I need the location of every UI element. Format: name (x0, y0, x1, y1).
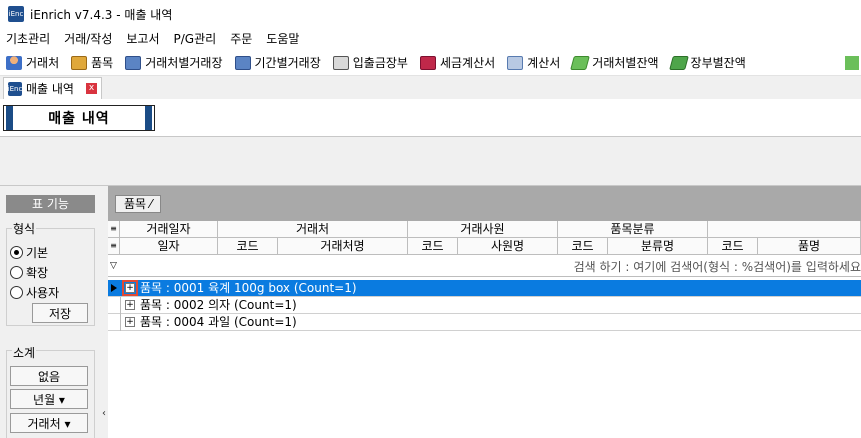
ledger-icon (125, 55, 142, 70)
ledger-icon (234, 55, 251, 70)
money-icon (668, 55, 689, 70)
subtotal-client-dropdown[interactable]: 거래처 ▾ (10, 413, 88, 433)
group-by-panel: 품목 ⁄ (108, 186, 861, 221)
expand-plus-icon[interactable]: + (122, 280, 138, 296)
group-row[interactable]: + 품목 : 0004 과일 (Count=1) (108, 314, 861, 331)
app-logo-icon: iEnc (8, 81, 22, 96)
toolbar-client-button[interactable]: 거래처 (0, 51, 65, 75)
menu-transaction-write[interactable]: 거래/작성 (57, 28, 119, 50)
document-tab-bar: iEnc 매출 내역 x (0, 77, 861, 99)
row-indicator-icon (111, 284, 117, 292)
header-trade-date[interactable]: 거래일자 (120, 221, 218, 238)
toolbar-label: 세금계산서 (439, 56, 496, 70)
tax-invoice-icon (419, 55, 436, 70)
table-function-panel: 표 기능 형식 기본 확장 사용자 저장 소계 없음 년월 ▾ 거래처 ▾ ‹ (0, 186, 108, 438)
toolbar-label: 입출금장부 (352, 56, 408, 70)
toolbar-label: 거래처별잔액 (592, 56, 659, 70)
collapse-panel-icon[interactable]: ‹ (100, 404, 108, 424)
format-radio-basic[interactable]: 기본 (10, 244, 48, 261)
header-item[interactable] (708, 221, 861, 238)
person-icon (6, 55, 22, 70)
title-bar: iEnc iEnrich v7.4.3 - 매출 내역 (0, 0, 861, 28)
group-row-text: 품목 : 0002 의자 (Count=1) (140, 298, 297, 312)
group-by-item-chip[interactable]: 품목 ⁄ (115, 195, 161, 213)
format-radio-extended[interactable]: 확장 (10, 264, 48, 281)
toolbar-label: 거래처별거래장 (145, 56, 223, 70)
toolbar-cashbook-button[interactable]: 입출금장부 (327, 51, 414, 75)
toolbar-book-balance-button[interactable]: 장부별잔액 (665, 51, 752, 75)
search-hint: 검색 하기 : 여기에 검색어(형식 : %검색어)를 입력하세요 (573, 260, 861, 274)
header-item-name[interactable]: 품명 (758, 238, 861, 255)
header-salesperson-code[interactable]: 코드 (408, 238, 458, 255)
tab-label: 매출 내역 (26, 82, 74, 96)
page-title: 매출 내역 (3, 105, 155, 131)
toolbar-label: 계산서 (527, 56, 561, 70)
save-button[interactable]: 저장 (32, 303, 88, 323)
app-logo-icon: iEnc (8, 6, 24, 22)
expand-plus-icon[interactable]: + (125, 300, 135, 310)
column-chooser-icon[interactable]: ≡ (108, 238, 120, 255)
close-icon[interactable]: x (85, 83, 97, 94)
group-row[interactable]: + 품목 : 0002 의자 (Count=1) (108, 297, 861, 314)
header-item-code[interactable]: 코드 (708, 238, 758, 255)
menu-bar: 기초관리 거래/작성 보고서 P/G관리 주문 도움말 (0, 28, 861, 50)
toolbar-label: 장부별잔액 (690, 56, 746, 70)
header-client[interactable]: 거래처 (218, 221, 408, 238)
radio-selected-icon (10, 246, 23, 259)
filter-icon: ▽ (110, 261, 117, 271)
subtotal-yearmonth-dropdown[interactable]: 년월 ▾ (10, 389, 88, 409)
tab-sales-history[interactable]: iEnc 매출 내역 x (3, 77, 102, 99)
toolbar-item-button[interactable]: 품목 (65, 51, 119, 75)
toolbar-client-ledger-button[interactable]: 거래처별거래장 (119, 51, 228, 75)
menu-reports[interactable]: 보고서 (119, 28, 166, 50)
row-divider (120, 297, 121, 314)
format-group-label: 형식 (12, 220, 37, 237)
group-row[interactable]: + 품목 : 0001 육계 100g box (Count=1) (108, 280, 861, 297)
menu-help[interactable]: 도움말 (259, 28, 306, 50)
expand-plus-icon[interactable]: + (125, 317, 135, 327)
header-client-name[interactable]: 거래처명 (278, 238, 408, 255)
header-item-category[interactable]: 품목분류 (558, 221, 708, 238)
sales-grid: 품목 ⁄ ≡ 거래일자 거래처 거래사원 품목분류 ≡ 일자 코드 거래처명 코… (108, 186, 861, 438)
radio-icon (10, 286, 23, 299)
toolbar-label: 품목 (91, 56, 114, 70)
box-icon (71, 55, 88, 70)
subtotal-none-button[interactable]: 없음 (10, 366, 88, 386)
calculator-icon (332, 55, 349, 70)
row-divider (120, 314, 121, 331)
toolbar-label: 거래처 (26, 56, 60, 70)
format-radio-user[interactable]: 사용자 (10, 284, 59, 301)
grid-search-row[interactable]: ▽ 검색 하기 : 여기에 검색어(형식 : %검색어)를 입력하세요 (108, 256, 861, 277)
menu-basic-management[interactable]: 기초관리 (0, 28, 57, 50)
group-row-text: 품목 : 0001 육계 100g box (Count=1) (140, 281, 357, 295)
radio-label: 확장 (26, 266, 49, 280)
radio-icon (10, 266, 23, 279)
radio-label: 사용자 (26, 286, 60, 300)
group-row-text: 품목 : 0004 과일 (Count=1) (140, 315, 297, 329)
toolbar-invoice-button[interactable]: 계산서 (501, 51, 566, 75)
header-category-code[interactable]: 코드 (558, 238, 608, 255)
toolbar-tax-invoice-button[interactable]: 세금계산서 (414, 51, 501, 75)
panel-title: 표 기능 (6, 195, 95, 213)
money-icon (570, 55, 591, 70)
form-header: 매출 내역 (0, 99, 861, 137)
radio-label: 기본 (26, 246, 49, 260)
header-salesperson[interactable]: 거래사원 (408, 221, 558, 238)
subtotal-group-label: 소계 (12, 344, 37, 361)
toolbar: 거래처 품목 거래처별거래장 기간별거래장 입출금장부 세금계산서 계산서 거래… (0, 50, 861, 76)
toolbar-period-ledger-button[interactable]: 기간별거래장 (229, 51, 327, 75)
window-title: iEnrich v7.4.3 - 매출 내역 (30, 7, 173, 22)
header-category-name[interactable]: 분류명 (608, 238, 708, 255)
header-date[interactable]: 일자 (120, 238, 218, 255)
invoice-icon (507, 55, 524, 70)
menu-pg-management[interactable]: P/G관리 (167, 28, 224, 50)
toolbar-overflow-icon[interactable] (845, 55, 859, 70)
menu-order[interactable]: 주문 (223, 28, 259, 50)
condition-area (0, 137, 861, 186)
toolbar-label: 기간별거래장 (254, 56, 321, 70)
toolbar-client-balance-button[interactable]: 거래처별잔액 (566, 51, 664, 75)
header-salesperson-name[interactable]: 사원명 (458, 238, 558, 255)
column-chooser-icon[interactable]: ≡ (108, 221, 120, 238)
header-client-code[interactable]: 코드 (218, 238, 278, 255)
